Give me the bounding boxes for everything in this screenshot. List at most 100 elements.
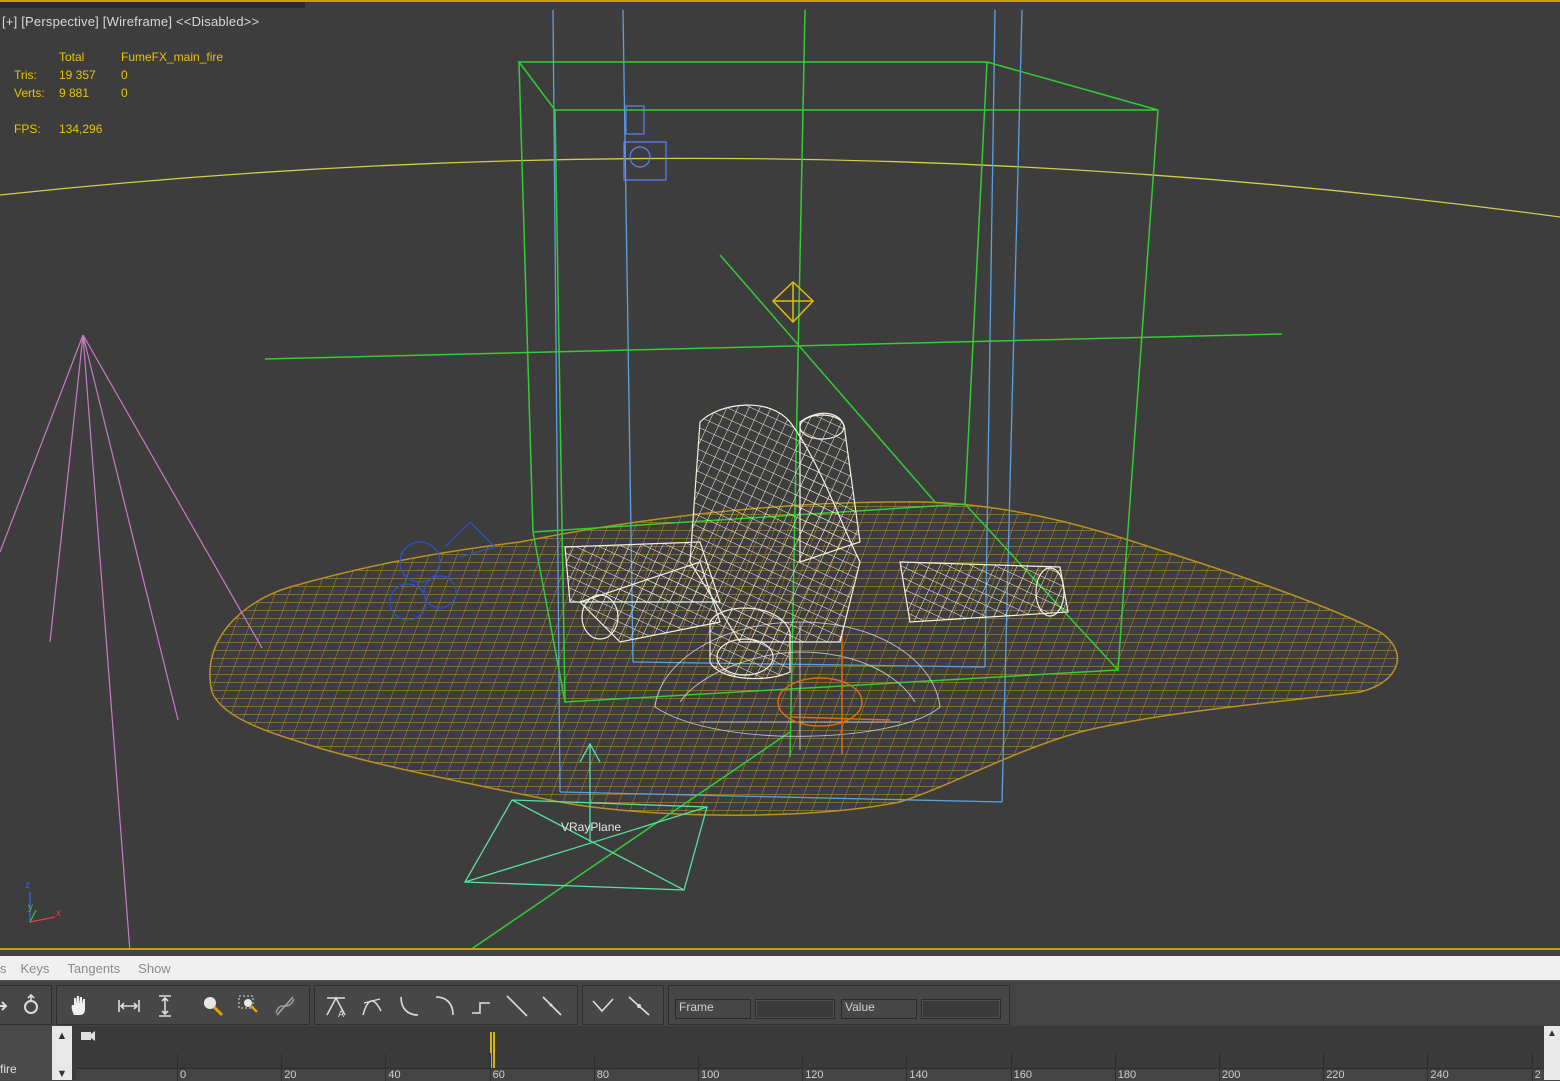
ruler-tick-label: 20	[284, 1069, 297, 1081]
zoom-button[interactable]	[199, 992, 227, 1020]
stats-tris-object: 0	[121, 68, 128, 82]
set-tangents-auto-icon: A	[326, 996, 346, 1019]
viewport-plus-menu[interactable]: [+]	[2, 14, 17, 29]
horizon-grid-arc	[0, 157, 1560, 218]
ruler-tick-line	[385, 1053, 387, 1081]
curve-editor-menu-bar: s Keys Tangents Show	[0, 956, 1560, 980]
viewport-shading-menu[interactable]: [Wireframe]	[103, 14, 172, 29]
ruler-tick-line	[906, 1053, 908, 1081]
axis-label-x: x	[56, 908, 61, 919]
ruler-tick-label: 40	[388, 1069, 401, 1081]
stats-verts-object: 0	[121, 86, 128, 100]
zoom-region-button[interactable]	[235, 992, 263, 1020]
pan-icon	[71, 996, 85, 1015]
value-field[interactable]	[921, 999, 1001, 1019]
set-tangents-linear-icon	[506, 995, 528, 1017]
scroll-up-arrow-icon[interactable]: ▲	[54, 1028, 70, 1044]
break-tangents-icon	[592, 998, 614, 1013]
zoom-horizontal-extents-button[interactable]	[115, 992, 143, 1020]
zoom-region-icon	[238, 995, 258, 1013]
set-tangents-step-button[interactable]	[467, 992, 495, 1020]
stats-tris-total: 19 357	[59, 68, 96, 82]
set-tangents-fast-button[interactable]	[395, 992, 423, 1020]
toolbar-group-key-stats: Frame Value	[668, 985, 1010, 1025]
point-helper	[771, 280, 815, 324]
slide-keys-icon	[24, 993, 38, 1014]
ruler-tick-line	[489, 1053, 491, 1081]
menu-item-show[interactable]: Show	[138, 961, 171, 976]
set-tangents-smooth-icon	[542, 996, 562, 1016]
set-tangents-spline-button[interactable]	[359, 992, 387, 1020]
zoom-icon	[204, 997, 224, 1017]
perspective-viewport[interactable]: [+] [Perspective] [Wireframe] <<Disabled…	[0, 0, 1560, 950]
slide-keys-button[interactable]	[17, 992, 45, 1020]
ruler-tick-label: 60	[492, 1069, 505, 1081]
ruler-tick-line	[802, 1053, 804, 1081]
scroll-down-arrow-icon[interactable]: ▼	[54, 1068, 70, 1080]
axis-label-y: y	[28, 902, 33, 913]
ruler-tick-line	[281, 1053, 283, 1081]
ruler-tick-label: 80	[596, 1069, 610, 1081]
pan-button[interactable]	[65, 992, 93, 1020]
menu-item-modes[interactable]: s	[0, 961, 7, 976]
frame-field[interactable]	[755, 999, 835, 1019]
stats-fps-value: 134,296	[59, 122, 103, 136]
ruler-tick-line	[1219, 1053, 1220, 1081]
controller-scrollbar[interactable]: ▲ ▼	[52, 1026, 72, 1080]
ruler-tick-line	[1114, 1053, 1116, 1081]
svg-text:A: A	[338, 1010, 345, 1019]
set-tangents-smooth-button[interactable]	[539, 992, 567, 1020]
set-tangents-slow-icon	[435, 996, 454, 1016]
controller-item-fire[interactable]: fire	[0, 1062, 17, 1076]
axis-tripod	[29, 892, 56, 923]
isolate-curve-button[interactable]	[271, 992, 299, 1020]
track-view-area: fire ▲ ▼ 0 20 40 60 80 100 120 140 160 180 200 220 2…	[0, 1026, 1560, 1081]
ruler-tick-line	[1010, 1053, 1012, 1081]
key-window-scrollbar[interactable]: ▲	[1544, 1026, 1560, 1080]
viewport-pov-menu[interactable]: [Perspective]	[21, 14, 99, 29]
stats-verts-label: Verts:	[14, 86, 45, 100]
menu-item-tangents[interactable]: Tangents	[67, 961, 120, 976]
curve-editor-toolbar: A Frame Value	[0, 980, 1560, 1027]
vray-plane-label: VRayPlane	[561, 820, 622, 834]
ruler-tick-label: 120	[805, 1069, 824, 1081]
ruler-tick-line	[1531, 1053, 1533, 1081]
toolbar-group-move	[0, 985, 52, 1025]
viewport-disabled-label[interactable]: <<Disabled>>	[176, 14, 259, 29]
zoom-horizontal-extents-icon	[118, 1000, 140, 1012]
time-ruler[interactable]: 0 20 40 60 80 100 120 140 160 180 200 220 240 2	[76, 1053, 1546, 1081]
viewport-statistics: Total FumeFX_main_fire Tris: 19 357 0 Ve…	[14, 48, 241, 138]
controller-window[interactable]: fire	[0, 1026, 53, 1080]
scroll-up-arrow-icon[interactable]: ▲	[1546, 1028, 1558, 1040]
value-label: Value	[845, 1000, 875, 1014]
ruler-tick-label: 160	[1013, 1069, 1032, 1081]
toolbar-group-tangents: A	[314, 985, 578, 1025]
ruler-tick-line	[593, 1053, 595, 1081]
zoom-value-extents-icon	[159, 995, 171, 1017]
set-tangents-slow-button[interactable]	[431, 992, 459, 1020]
ruler-tick-label: 240	[1430, 1069, 1449, 1081]
key-filter-icon[interactable]	[80, 1030, 96, 1042]
viewport-label-menu[interactable]: [+] [Perspective] [Wireframe] <<Disabled…	[2, 14, 259, 29]
ruler-tick-line	[1323, 1053, 1325, 1081]
set-tangents-linear-button[interactable]	[503, 992, 531, 1020]
ruler-tick-label: 2	[1534, 1069, 1541, 1081]
toolbar-group-break	[582, 985, 664, 1025]
ruler-tick-label: 140	[909, 1069, 928, 1081]
break-tangents-button[interactable]	[589, 992, 617, 1020]
camera-object	[623, 105, 667, 181]
zoom-value-extents-button[interactable]	[151, 992, 179, 1020]
toolbar-group-navigation	[56, 985, 310, 1025]
unify-tangents-button[interactable]	[625, 992, 653, 1020]
ruler-tick-label: 0	[180, 1069, 187, 1081]
stats-object-header: FumeFX_main_fire	[121, 50, 224, 64]
menu-item-keys[interactable]: Keys	[21, 961, 50, 976]
frame-label: Frame	[679, 1000, 714, 1014]
ruler-tick-label: 180	[1117, 1069, 1137, 1081]
set-tangents-auto-button[interactable]: A	[323, 992, 351, 1020]
unify-tangents-icon	[628, 996, 650, 1016]
stats-fps-label: FPS:	[14, 122, 41, 136]
ruler-tick-line	[1427, 1053, 1429, 1081]
wireframe-scene[interactable]	[0, 2, 1560, 950]
ruler-tick-label: 220	[1326, 1069, 1345, 1081]
